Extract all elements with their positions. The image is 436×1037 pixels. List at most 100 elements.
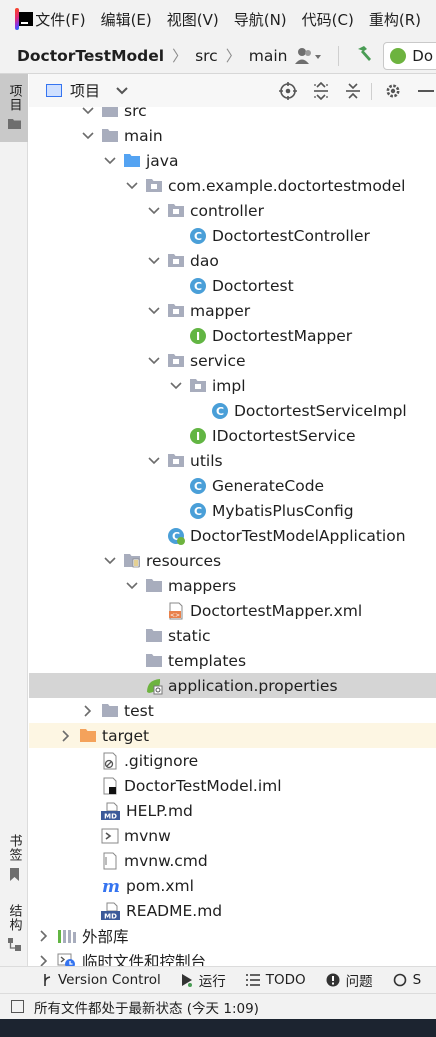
chevron-down-icon[interactable] <box>147 354 161 368</box>
properties-icon <box>145 677 163 695</box>
vcs-user-icon[interactable] <box>294 46 326 66</box>
chevron-down-icon[interactable] <box>125 179 139 193</box>
chevron-down-icon[interactable] <box>147 254 161 268</box>
toggle-tool-windows-icon[interactable] <box>11 1000 24 1013</box>
tree-item-label: README.md <box>126 901 223 920</box>
problems-label: 问题 <box>345 974 373 990</box>
tree-item-label: DoctorTestModelApplication <box>190 526 406 545</box>
bookmarks-tool-button[interactable]: 书签 <box>0 834 28 884</box>
chevron-down-icon[interactable] <box>147 304 161 318</box>
chevron-down-icon[interactable] <box>103 554 117 568</box>
breadcrumb-src[interactable]: src <box>195 47 218 65</box>
chevron-right-icon[interactable] <box>59 729 73 743</box>
chevron-down-icon[interactable] <box>81 129 95 143</box>
tree-row[interactable]: utils <box>29 448 436 473</box>
problems-icon <box>326 973 340 987</box>
tree-row[interactable]: mapper <box>29 298 436 323</box>
project-tree[interactable]: src main java com.example.doctortestmodel co… <box>29 107 436 966</box>
collapse-all-icon[interactable] <box>342 80 364 102</box>
breadcrumb-chevron-icon: 〉 <box>225 47 241 65</box>
tree-row[interactable]: controller <box>29 198 436 223</box>
tree-row[interactable]: test <box>29 698 436 723</box>
tree-row[interactable]: static <box>29 623 436 648</box>
chevron-down-icon[interactable] <box>103 154 117 168</box>
project-view-title[interactable]: 项目 <box>70 80 100 101</box>
tree-row[interactable]: C GenerateCode <box>29 473 436 498</box>
run-icon <box>181 974 192 987</box>
tree-row[interactable]: <> DoctortestMapper.xml <box>29 598 436 623</box>
tree-row[interactable]: C MybatisPlusConfig <box>29 498 436 523</box>
tree-row[interactable]: java <box>29 148 436 173</box>
project-tool-button[interactable]: 项目 <box>0 74 28 142</box>
tree-row[interactable]: I IDoctortestService <box>29 423 436 448</box>
hide-icon[interactable] <box>415 80 436 102</box>
tree-row[interactable]: 外部库 <box>29 923 436 948</box>
todo-tool-button[interactable]: TODO <box>245 972 306 988</box>
tree-row[interactable]: templates <box>29 648 436 673</box>
menu-code[interactable]: 代码(C) <box>302 9 354 30</box>
build-hammer-icon[interactable] <box>355 45 373 68</box>
expand-all-icon[interactable] <box>310 80 332 102</box>
chevron-down-icon[interactable] <box>169 379 183 393</box>
tree-item-label: java <box>146 151 179 170</box>
breadcrumb-project[interactable]: DoctorTestModel <box>17 47 164 65</box>
menu-edit[interactable]: 编辑(E) <box>101 9 152 30</box>
tree-row[interactable]: com.example.doctortestmodel <box>29 173 436 198</box>
tree-row[interactable]: impl <box>29 373 436 398</box>
tree-row[interactable]: main <box>29 123 436 148</box>
tree-item-label: mappers <box>168 576 237 595</box>
tree-row[interactable]: src <box>29 107 436 123</box>
problems-tool-button[interactable]: 问题 <box>326 970 373 990</box>
tree-row[interactable]: C DoctortestServiceImpl <box>29 398 436 423</box>
chevron-down-icon[interactable] <box>147 454 161 468</box>
chevron-right-icon[interactable] <box>37 929 51 943</box>
spring-tool-button[interactable]: S <box>393 972 421 988</box>
chevron-down-icon[interactable] <box>147 204 161 218</box>
tree-row[interactable]: 临时文件和控制台 <box>29 948 436 966</box>
menu-view[interactable]: 视图(V) <box>167 9 219 30</box>
chevron-right-icon[interactable] <box>81 704 95 718</box>
tree-row[interactable]: dao <box>29 248 436 273</box>
tree-row[interactable]: mappers <box>29 573 436 598</box>
version-control-tool-button[interactable]: Version Control <box>42 972 161 988</box>
chevron-right-icon[interactable] <box>37 954 51 966</box>
scratches-icon <box>57 952 77 966</box>
breadcrumb-main[interactable]: main <box>249 47 288 65</box>
file-icon <box>101 852 119 870</box>
structure-tool-button[interactable]: 结构 <box>0 904 28 954</box>
tree-item-label: main <box>124 126 163 145</box>
tree-row[interactable]: mvnw <box>29 823 436 848</box>
tree-item-label: DoctorTestModel.iml <box>124 776 282 795</box>
tree-row[interactable]: MD README.md <box>29 898 436 923</box>
menu-refactor[interactable]: 重构(R) <box>369 9 421 30</box>
class-icon: C <box>211 402 229 420</box>
run-tool-button[interactable]: 运行 <box>181 970 226 990</box>
tree-row[interactable]: C DoctorTestModelApplication <box>29 523 436 548</box>
tree-row[interactable]: application.properties <box>29 673 436 698</box>
folder-icon <box>7 119 21 129</box>
locate-icon[interactable] <box>277 80 299 102</box>
tree-row[interactable]: resources <box>29 548 436 573</box>
tree-item-label: controller <box>190 201 264 220</box>
tree-row[interactable]: target <box>29 723 436 748</box>
tree-row[interactable]: C Doctortest <box>29 273 436 298</box>
tree-row[interactable]: service <box>29 348 436 373</box>
chevron-down-icon[interactable] <box>81 107 95 118</box>
tree-row[interactable]: m pom.xml <box>29 873 436 898</box>
tree-row[interactable]: DoctorTestModel.iml <box>29 773 436 798</box>
tree-item-label: target <box>102 726 150 745</box>
run-configuration-selector[interactable]: Do <box>383 42 436 70</box>
intellij-logo-icon[interactable] <box>15 8 35 30</box>
tree-row[interactable]: C DoctortestController <box>29 223 436 248</box>
tree-row[interactable]: MD HELP.md <box>29 798 436 823</box>
tree-row[interactable]: mvnw.cmd <box>29 848 436 873</box>
gear-icon[interactable] <box>382 80 404 102</box>
menu-file[interactable]: 文件(F) <box>35 9 85 30</box>
tree-row[interactable]: .gitignore <box>29 748 436 773</box>
menu-navigate[interactable]: 导航(N) <box>234 9 287 30</box>
chevron-down-icon[interactable] <box>116 86 128 95</box>
tree-row[interactable]: I DoctortestMapper <box>29 323 436 348</box>
chevron-down-icon[interactable] <box>125 579 139 593</box>
